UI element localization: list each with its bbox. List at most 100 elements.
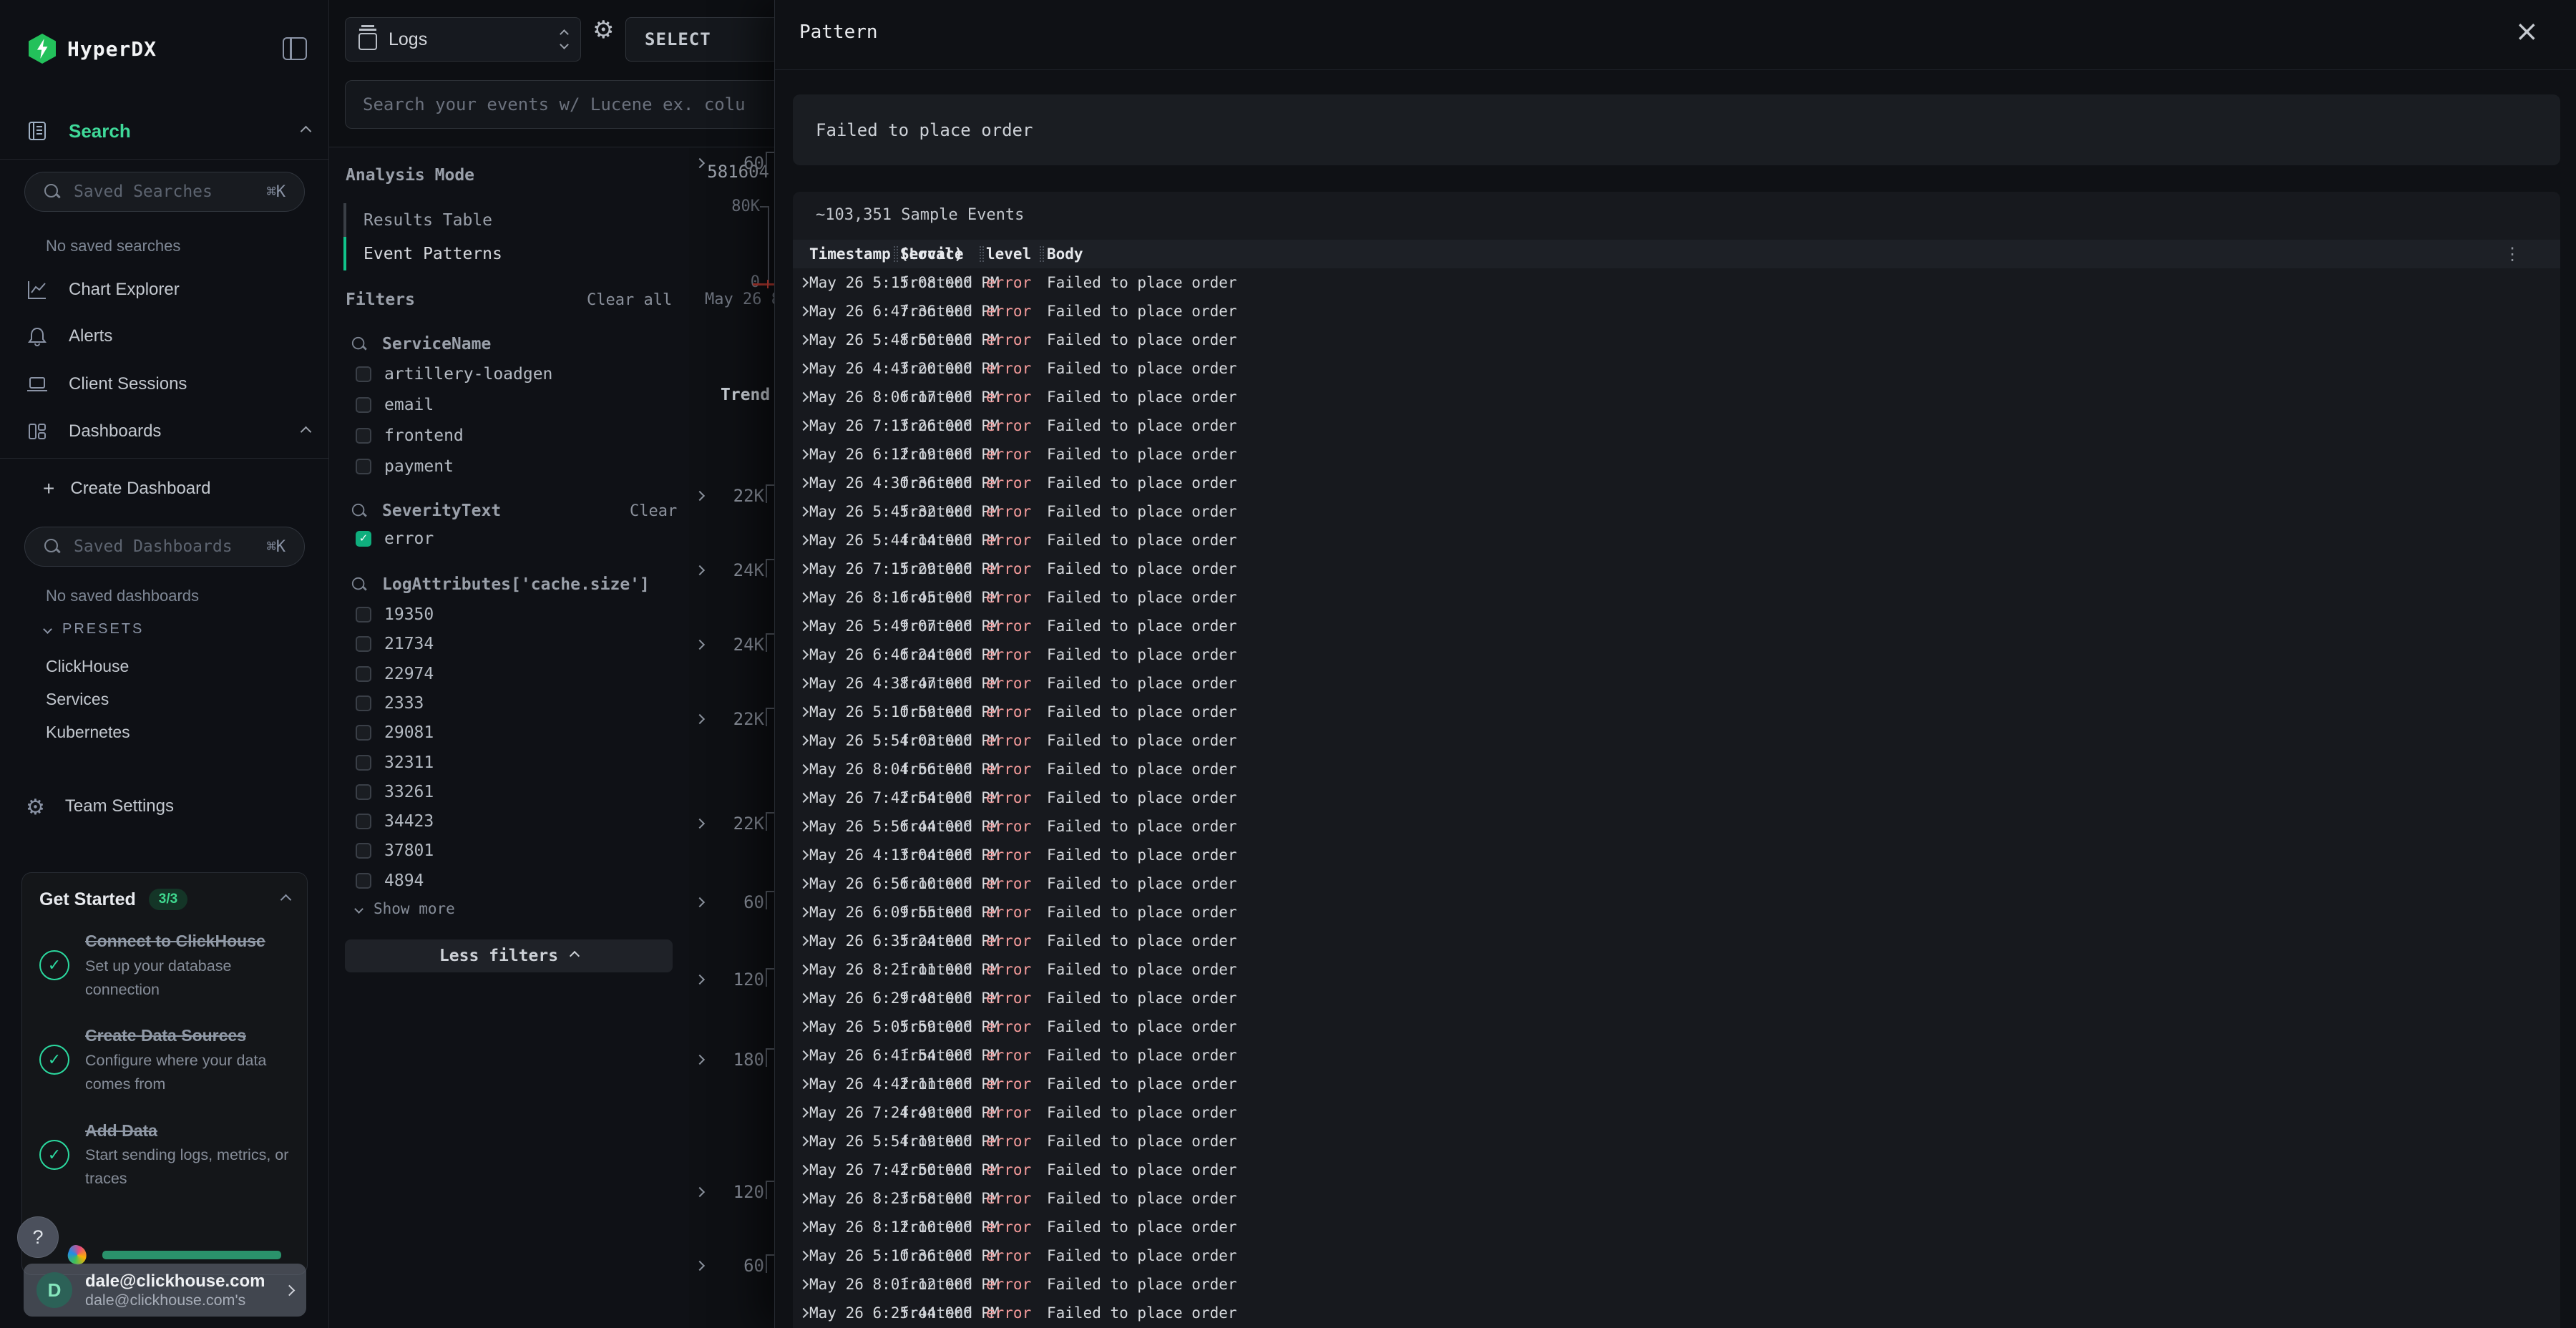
filter-option[interactable]: artillery-loadgen — [356, 362, 552, 386]
expand-row-chevron-icon[interactable] — [799, 764, 809, 774]
pattern-row[interactable]: 60 — [689, 887, 774, 918]
expand-row-chevron-icon[interactable] — [799, 1079, 809, 1089]
expand-row-chevron-icon[interactable] — [799, 278, 809, 288]
expand-row-chevron-icon[interactable] — [799, 936, 809, 946]
expand-row-chevron-icon[interactable] — [799, 850, 809, 860]
table-row[interactable]: May 26 5:56:44.000 PM frontend error Fai… — [793, 812, 2560, 841]
table-row[interactable]: May 26 8:23:58.000 PM frontend error Fai… — [793, 1184, 2560, 1213]
filter-option[interactable]: email — [356, 393, 434, 417]
clear-all-link[interactable]: Clear all — [587, 291, 672, 309]
column-resize-handle[interactable] — [980, 246, 984, 262]
filter-option[interactable]: 34423 — [356, 809, 434, 834]
checkbox[interactable] — [356, 755, 371, 771]
expand-row-chevron-icon[interactable] — [799, 965, 809, 975]
checkbox[interactable] — [356, 366, 371, 382]
checkbox[interactable] — [356, 607, 371, 622]
table-row[interactable]: May 26 8:12:10.000 PM frontend error Fai… — [793, 1213, 2560, 1241]
preset-item[interactable]: ClickHouse — [46, 657, 129, 676]
expand-row-chevron-icon[interactable] — [799, 1251, 809, 1261]
table-row[interactable]: May 26 4:43:20.000 PM frontend error Fai… — [793, 354, 2560, 383]
expand-row-chevron-icon[interactable] — [799, 821, 809, 831]
checkbox[interactable] — [356, 843, 371, 859]
checkbox[interactable] — [356, 725, 371, 741]
expand-row-chevron-icon[interactable] — [799, 478, 809, 488]
filter-option[interactable]: frontend — [356, 424, 464, 448]
filter-option[interactable]: 29081 — [356, 721, 434, 745]
expand-row-chevron-icon[interactable] — [799, 306, 809, 316]
expand-row-chevron-icon[interactable] — [799, 335, 809, 345]
expand-row-chevron-icon[interactable] — [799, 592, 809, 602]
table-row[interactable]: May 26 6:09:55.000 PM frontend error Fai… — [793, 898, 2560, 927]
get-started-item[interactable]: ✓ Create Data Sources Configure where yo… — [39, 1023, 290, 1096]
saved-searches-field[interactable] — [74, 182, 267, 201]
pattern-row[interactable]: 60 — [689, 1250, 774, 1281]
mode-results-table[interactable]: Results Table — [343, 203, 492, 237]
expand-row-chevron-icon[interactable] — [799, 421, 809, 431]
chevron-up-icon[interactable] — [301, 426, 312, 437]
filter-option[interactable]: 4894 — [356, 869, 424, 893]
checkbox[interactable] — [356, 428, 371, 444]
table-row[interactable]: May 26 4:38:47.000 PM frontend error Fai… — [793, 669, 2560, 698]
close-icon[interactable]: × — [2514, 17, 2539, 46]
table-row[interactable]: May 26 8:21:11.000 PM frontend error Fai… — [793, 955, 2560, 984]
expand-row-chevron-icon[interactable] — [799, 707, 809, 717]
get-started-item[interactable]: ✓ Add Data Start sending logs, metrics, … — [39, 1118, 290, 1191]
user-menu[interactable]: D dale@clickhouse.com dale@clickhouse.co… — [24, 1264, 306, 1317]
checkbox-checked[interactable]: ✓ — [356, 531, 371, 547]
expand-row-chevron-icon[interactable] — [799, 793, 809, 803]
sidebar-item-search[interactable]: Search — [26, 114, 310, 147]
table-row[interactable]: May 26 8:04:56.000 PM frontend error Fai… — [793, 755, 2560, 783]
sidebar-item-chart-explorer[interactable]: Chart Explorer — [26, 275, 310, 304]
table-row[interactable]: May 26 8:06:17.000 PM frontend error Fai… — [793, 383, 2560, 411]
filter-option[interactable]: 22974 — [356, 662, 434, 686]
table-row[interactable]: May 26 6:35:24.000 PM frontend error Fai… — [793, 927, 2560, 955]
filter-option[interactable]: 19350 — [356, 602, 434, 627]
column-resize-handle[interactable] — [1040, 246, 1044, 262]
table-row[interactable]: May 26 6:47:36.000 PM frontend error Fai… — [793, 297, 2560, 326]
expand-row-chevron-icon[interactable] — [799, 1165, 809, 1175]
expand-row-chevron-icon[interactable] — [799, 535, 809, 545]
checkbox[interactable] — [356, 397, 371, 413]
expand-row-chevron-icon[interactable] — [799, 993, 809, 1003]
pattern-row[interactable]: 24K — [689, 555, 774, 586]
pattern-row[interactable]: 180 — [689, 1044, 774, 1075]
collapse-sidebar-icon[interactable] — [283, 37, 307, 60]
help-button[interactable]: ? — [17, 1216, 59, 1258]
expand-row-chevron-icon[interactable] — [799, 879, 809, 889]
chevron-up-icon[interactable] — [280, 894, 292, 905]
pattern-row[interactable]: 120 — [689, 964, 774, 995]
table-row[interactable]: May 26 7:42:54.000 PM frontend error Fai… — [793, 783, 2560, 812]
expand-row-chevron-icon[interactable] — [799, 736, 809, 746]
pattern-row[interactable]: 60 — [689, 147, 774, 179]
expand-row-chevron-icon[interactable] — [799, 1050, 809, 1060]
expand-row-chevron-icon[interactable] — [799, 1279, 809, 1289]
expand-row-chevron-icon[interactable] — [799, 1193, 809, 1204]
select-columns-button[interactable]: SELECT — [625, 17, 774, 62]
saved-dashboards-input[interactable]: ⌘K — [24, 527, 305, 567]
table-row[interactable]: May 26 7:15:29.000 PM frontend error Fai… — [793, 555, 2560, 583]
table-row[interactable]: May 26 5:10:59.000 PM frontend error Fai… — [793, 698, 2560, 726]
checkbox[interactable] — [356, 636, 371, 652]
checkbox[interactable] — [356, 814, 371, 829]
filter-option-error[interactable]: ✓ error — [356, 527, 434, 551]
filter-option[interactable]: 37801 — [356, 839, 434, 863]
presets-toggle[interactable]: PRESETS — [44, 621, 144, 638]
source-settings-gear-icon[interactable]: ⚙ — [592, 16, 614, 44]
source-select[interactable]: Logs — [345, 17, 581, 62]
table-row[interactable]: May 26 7:13:26.000 PM frontend error Fai… — [793, 411, 2560, 440]
table-row[interactable]: May 26 5:44:14.000 PM frontend error Fai… — [793, 526, 2560, 555]
sidebar-item-alerts[interactable]: Alerts — [26, 322, 310, 351]
column-header-level[interactable]: level — [986, 240, 1031, 268]
create-dashboard-button[interactable]: + Create Dashboard — [43, 474, 310, 503]
expand-row-chevron-icon[interactable] — [799, 1222, 809, 1232]
column-resize-handle[interactable] — [894, 246, 898, 262]
filter-option[interactable]: 33261 — [356, 780, 434, 804]
table-row[interactable]: May 26 7:24:49.000 PM frontend error Fai… — [793, 1098, 2560, 1127]
expand-row-chevron-icon[interactable] — [799, 564, 809, 574]
expand-row-chevron-icon[interactable] — [799, 650, 809, 660]
table-row[interactable]: May 26 4:13:04.000 PM frontend error Fai… — [793, 841, 2560, 869]
get-started-item[interactable]: ✓ Connect to ClickHouse Set up your data… — [39, 929, 290, 1002]
preset-item[interactable]: Kubernetes — [46, 723, 130, 742]
filter-option[interactable]: 32311 — [356, 751, 434, 775]
sidebar-item-dashboards[interactable]: Dashboards — [26, 417, 310, 446]
